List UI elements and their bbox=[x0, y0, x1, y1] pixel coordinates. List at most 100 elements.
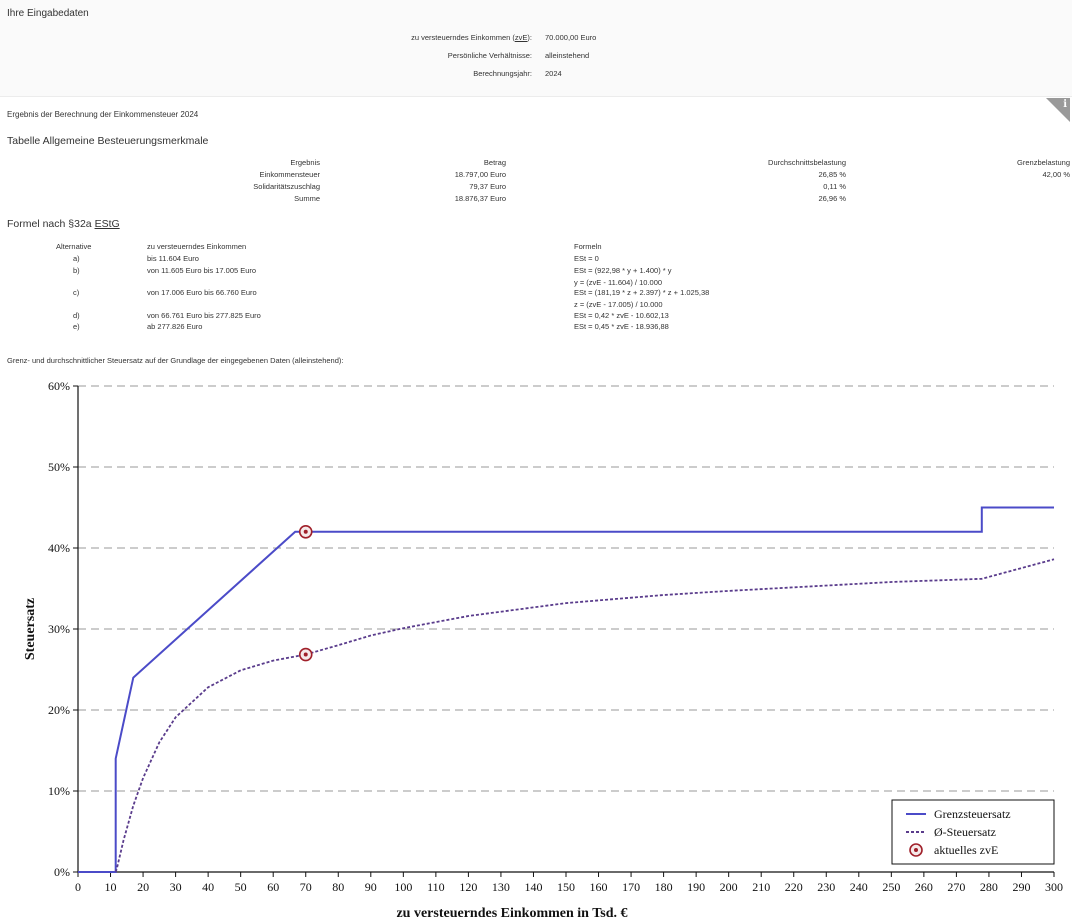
formula-title-abbr: EStG bbox=[94, 218, 120, 230]
x-tick-label: 170 bbox=[622, 880, 640, 894]
legend-label: Ø-Steuersatz bbox=[934, 825, 996, 839]
formula-f2: y = (zvE - 11.604) / 10.000 bbox=[574, 278, 663, 287]
x-tick-label: 110 bbox=[427, 880, 445, 894]
formula-alt: c) bbox=[73, 288, 80, 297]
row-betrag: 18.797,00 Euro bbox=[454, 170, 506, 179]
row-durchschnitt: 26,85 % bbox=[818, 170, 846, 179]
formula-f1: ESt = (181,19 * z + 2.397) * z + 1.025,3… bbox=[574, 288, 710, 297]
zve-marker-dot bbox=[303, 652, 308, 657]
formula-header-alternative: Alternative bbox=[56, 242, 92, 251]
row-label: Einkommensteuer bbox=[259, 170, 320, 179]
tax-rate-chart: 0% 10% 20% 30% 40% 50% 60% 0 10 20 30 40 50 60 70 80 90 1… bbox=[23, 379, 1063, 921]
info-button[interactable]: i bbox=[1046, 98, 1070, 122]
formula-header-zve: zu versteuerndes Einkommen bbox=[147, 242, 247, 251]
y-tick-label: 50% bbox=[48, 460, 70, 474]
x-tick-label: 270 bbox=[947, 880, 965, 894]
x-tick-label: 220 bbox=[785, 880, 803, 894]
table-title: Tabelle Allgemeine Besteuerungsmerkmale bbox=[7, 135, 209, 147]
y-axis-title: Steuersatz bbox=[23, 598, 38, 660]
x-tick-label: 30 bbox=[170, 880, 182, 894]
x-tick-label: 140 bbox=[524, 880, 542, 894]
verhaeltnisse-value: alleinstehend bbox=[545, 51, 590, 60]
formula-range: ab 277.826 Euro bbox=[147, 322, 203, 331]
x-tick-label: 230 bbox=[817, 880, 835, 894]
input-panel: Ihre Eingabedaten zu versteuerndes Einko… bbox=[0, 0, 1072, 97]
x-tick-label: 10 bbox=[105, 880, 117, 894]
formula-alt: b) bbox=[73, 266, 80, 275]
formula-title-pre: Formel nach §32a bbox=[7, 218, 95, 230]
x-tick-label: 260 bbox=[915, 880, 933, 894]
verhaeltnisse-label: Persönliche Verhältnisse: bbox=[447, 51, 532, 60]
row-betrag: 79,37 Euro bbox=[469, 182, 506, 191]
x-tick-label: 150 bbox=[557, 880, 575, 894]
x-tick-label: 250 bbox=[882, 880, 900, 894]
legend-label: aktuelles zvE bbox=[934, 843, 998, 857]
formula-alt: d) bbox=[73, 311, 80, 320]
x-tick-label: 60 bbox=[267, 880, 279, 894]
x-tick-label: 100 bbox=[394, 880, 412, 894]
x-tick-label: 80 bbox=[332, 880, 344, 894]
formula-range: von 11.605 Euro bis 17.005 Euro bbox=[147, 266, 257, 275]
chart-caption: Grenz- und durchschnittlicher Steuersatz… bbox=[7, 356, 344, 365]
row-betrag: 18.876,37 Euro bbox=[454, 194, 506, 203]
formula-range: von 17.006 Euro bis 66.760 Euro bbox=[147, 288, 257, 297]
x-tick-label: 70 bbox=[300, 880, 312, 894]
row-label: Summe bbox=[294, 194, 320, 203]
x-tick-label: 210 bbox=[752, 880, 770, 894]
chart-markers bbox=[298, 525, 313, 662]
formula-range: von 66.761 Euro bis 277.825 Euro bbox=[147, 311, 261, 320]
col-header-ergebnis: Ergebnis bbox=[290, 158, 320, 167]
formula-title: Formel nach §32a EStG bbox=[7, 218, 120, 230]
legend-label: Grenzsteuersatz bbox=[934, 807, 1011, 821]
x-tick-label: 40 bbox=[202, 880, 214, 894]
x-axis-title: zu versteuerndes Einkommen in Tsd. € bbox=[396, 906, 627, 921]
input-section-title: Ihre Eingabedaten bbox=[7, 8, 89, 19]
formula-f1: ESt = 0,45 * zvE - 18.936,88 bbox=[574, 322, 669, 331]
formula-alt: e) bbox=[73, 322, 80, 331]
legend-marker-dot bbox=[914, 848, 918, 852]
y-tick-label: 40% bbox=[48, 541, 70, 555]
col-header-grenz: Grenzbelastung bbox=[1017, 158, 1070, 167]
jahr-value: 2024 bbox=[545, 69, 562, 78]
formula-f2: z = (zvE - 17.005) / 10.000 bbox=[574, 300, 663, 309]
chart-legend: Grenzsteuersatz Ø-Steuersatz aktuelles zvE bbox=[891, 799, 1055, 865]
zve-label-post: ): bbox=[527, 33, 532, 42]
x-tick-label: 300 bbox=[1045, 880, 1063, 894]
zve-marker-dot bbox=[303, 529, 308, 534]
x-tick-label: 290 bbox=[1012, 880, 1030, 894]
row-durchschnitt: 0,11 % bbox=[823, 182, 846, 191]
formula-header-formeln: Formeln bbox=[574, 242, 602, 251]
formula-alt: a) bbox=[73, 254, 80, 263]
y-tick-label: 60% bbox=[48, 379, 70, 393]
formula-f1: ESt = 0,42 * zvE - 10.602,13 bbox=[574, 311, 669, 320]
y-tick-label: 10% bbox=[48, 784, 70, 798]
zve-label-pre: zu versteuerndes Einkommen ( bbox=[411, 33, 515, 42]
chart-grid bbox=[78, 385, 1054, 792]
row-label: Solidaritätszuschlag bbox=[253, 182, 320, 191]
x-tick-label: 240 bbox=[850, 880, 868, 894]
x-tick-label: 120 bbox=[459, 880, 477, 894]
x-tick-label: 20 bbox=[137, 880, 149, 894]
x-tick-label: 0 bbox=[75, 880, 81, 894]
zve-value: 70.000,00 Euro bbox=[545, 33, 597, 42]
jahr-label: Berechnungsjahr: bbox=[473, 69, 532, 78]
x-tick-label: 180 bbox=[655, 880, 673, 894]
row-grenz: 42,00 % bbox=[1042, 170, 1070, 179]
zve-abbr: zvE bbox=[514, 33, 528, 42]
x-tick-label: 200 bbox=[720, 880, 738, 894]
formula-f1: ESt = (922,98 * y + 1.400) * y bbox=[574, 266, 672, 275]
x-tick-label: 280 bbox=[980, 880, 998, 894]
x-tick-label: 130 bbox=[492, 880, 510, 894]
info-icon: i bbox=[1063, 99, 1067, 110]
y-tick-label: 20% bbox=[48, 703, 70, 717]
col-header-durchschnitt: Durchschnittsbelastung bbox=[768, 158, 846, 167]
col-header-betrag: Betrag bbox=[483, 158, 506, 167]
x-tick-label: 160 bbox=[590, 880, 608, 894]
zve-label: zu versteuerndes Einkommen (zvE): bbox=[411, 33, 532, 42]
row-durchschnitt: 26,96 % bbox=[818, 194, 846, 203]
formula-range: bis 11.604 Euro bbox=[147, 254, 199, 263]
x-tick-label: 190 bbox=[687, 880, 705, 894]
x-tick-label: 50 bbox=[235, 880, 247, 894]
y-tick-label: 30% bbox=[48, 622, 70, 636]
x-tick-label: 90 bbox=[365, 880, 377, 894]
